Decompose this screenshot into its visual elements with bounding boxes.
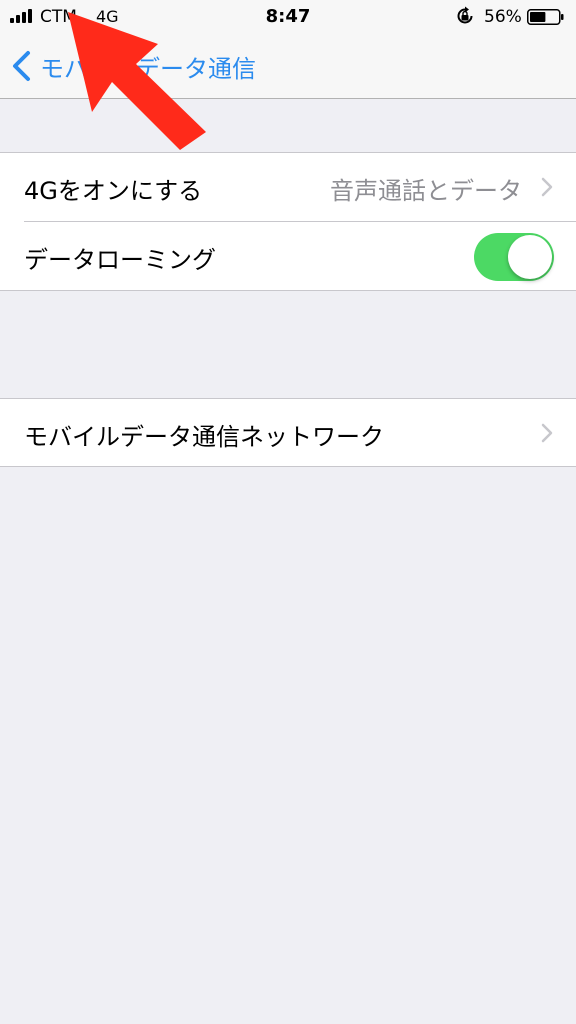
battery-icon: [527, 9, 564, 25]
cellular-network-row[interactable]: モバイルデータ通信ネットワーク: [0, 399, 576, 467]
enable-4g-label: 4Gをオンにする: [24, 177, 203, 205]
cellular-network-label: モバイルデータ通信ネットワーク: [24, 423, 384, 451]
enable-4g-value: 音声通話とデータ: [330, 177, 522, 205]
data-roaming-label: データローミング: [24, 246, 216, 274]
back-button[interactable]: モバイルデータ通信: [40, 49, 256, 84]
chevron-left-icon[interactable]: [10, 50, 34, 82]
chevron-right-icon: [541, 423, 553, 443]
data-roaming-toggle[interactable]: [474, 233, 554, 281]
battery-percent: 56%: [484, 7, 522, 27]
data-roaming-row: データローミング: [0, 222, 576, 290]
status-bar: CTM 4G 8:47 56%: [0, 0, 576, 32]
toggle-knob: [508, 235, 552, 279]
cellular-network-group: モバイルデータ通信ネットワーク: [0, 398, 576, 467]
cellular-options-group: 4Gをオンにする 音声通話とデータ データローミング: [0, 152, 576, 291]
chevron-right-icon: [541, 177, 553, 197]
navigation-bar: モバイルデータ通信: [0, 32, 576, 99]
rotation-lock-icon: [457, 6, 473, 24]
enable-4g-row[interactable]: 4Gをオンにする 音声通話とデータ: [0, 153, 576, 222]
